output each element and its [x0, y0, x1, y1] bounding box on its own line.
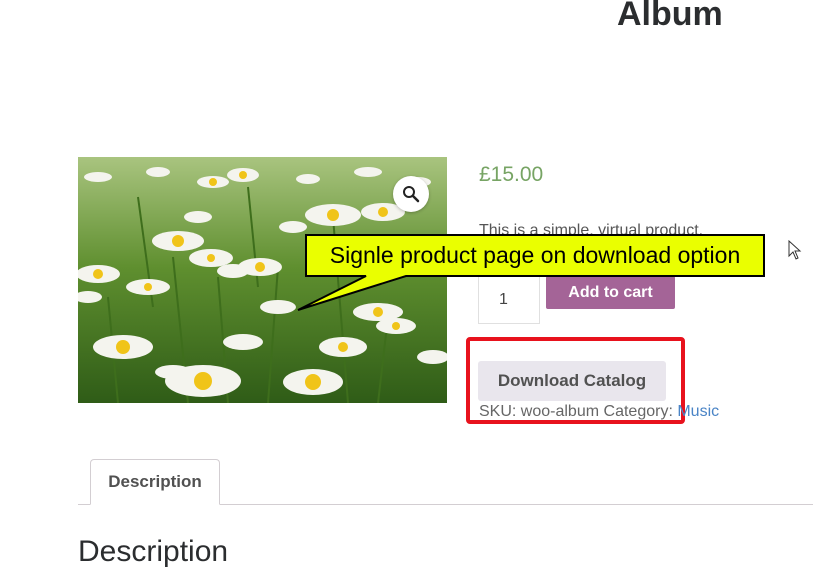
category-link[interactable]: Music	[677, 403, 719, 420]
sku-value: woo-album	[520, 403, 600, 420]
zoom-button[interactable]	[393, 176, 429, 212]
category-label: Category:	[603, 403, 673, 420]
tab-description[interactable]: Description	[90, 459, 220, 505]
magnifier-icon	[403, 186, 420, 203]
product-price: £15.00	[479, 163, 544, 186]
annotation-callout-text: Signle product page on download option	[329, 241, 741, 268]
product-title: Album	[617, 0, 723, 33]
product-meta: SKU: woo-album Category: Music	[479, 403, 719, 421]
sku-label: SKU:	[479, 403, 517, 420]
description-heading: Description	[78, 535, 229, 568]
mouse-pointer-icon	[788, 240, 802, 260]
